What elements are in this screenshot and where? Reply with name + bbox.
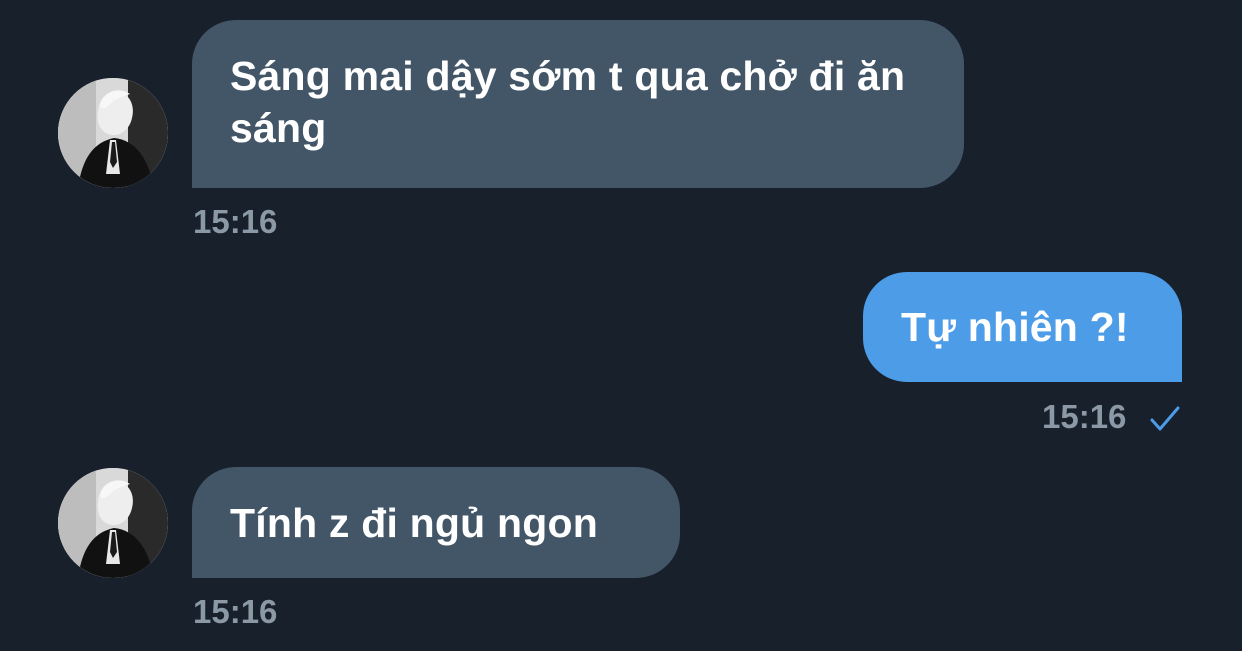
message-bubble-incoming[interactable]: Tính z đi ngủ ngon [192, 467, 680, 578]
message-bubble-outgoing[interactable]: Tự nhiên ?! [863, 272, 1182, 382]
avatar-photo-icon [58, 468, 168, 578]
avatar[interactable] [58, 468, 168, 578]
message-text: Tự nhiên ?! [901, 304, 1129, 350]
message-text: Tính z đi ngủ ngon [230, 500, 598, 546]
message-timestamp: 15:16 [193, 593, 278, 630]
message-timestamp: 15:16 [193, 203, 278, 240]
avatar-photo-icon [58, 78, 168, 188]
avatar[interactable] [58, 78, 168, 188]
message-bubble-incoming[interactable]: Sáng mai dậy sớm t qua chở đi ăn sáng [192, 20, 964, 188]
check-icon [1150, 406, 1180, 431]
message-timestamp: 15:16 [1042, 398, 1127, 435]
message-text: Sáng mai dậy sớm t qua chở đi ăn sáng [230, 53, 906, 151]
